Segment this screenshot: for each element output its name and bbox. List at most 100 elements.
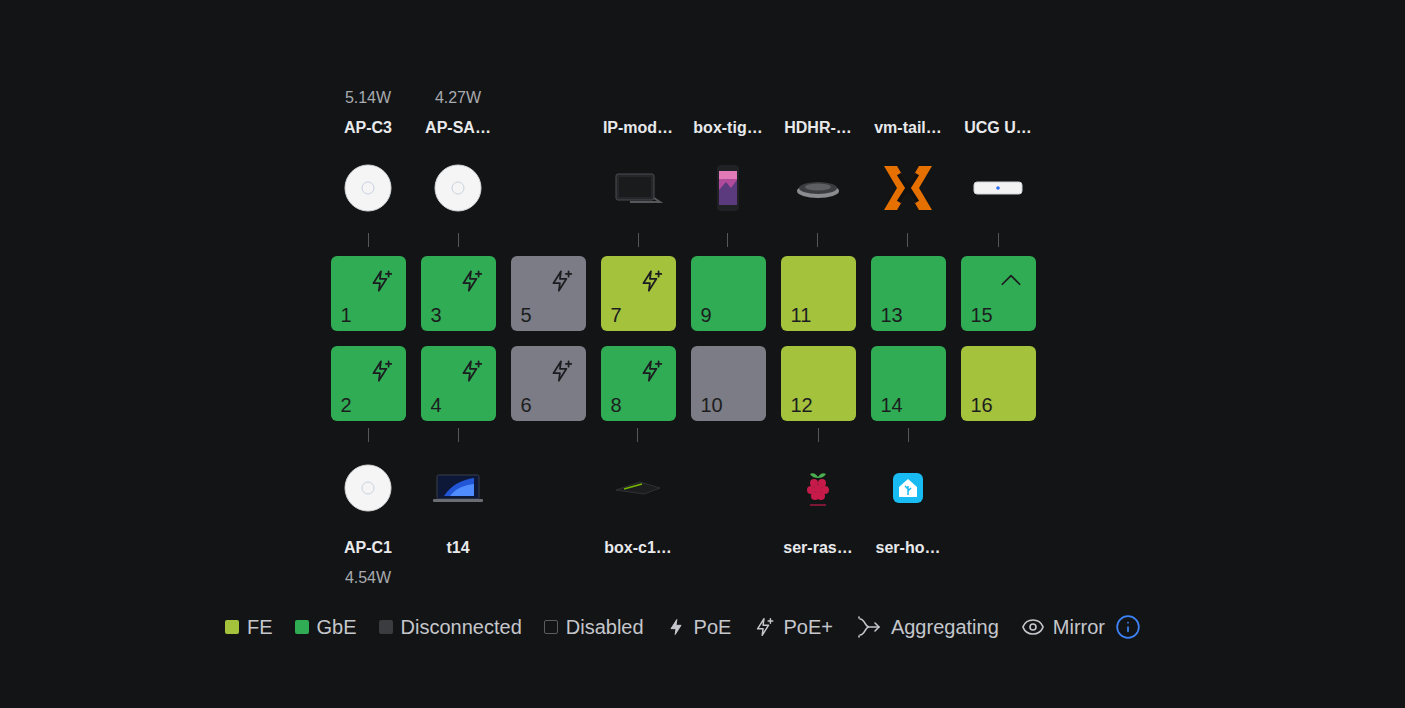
port-badge [548, 358, 574, 384]
media-box-icon [610, 460, 666, 516]
switch-port[interactable]: 8 [601, 346, 676, 421]
legend-item: PoE [666, 615, 732, 639]
switch-port[interactable]: 14 [871, 346, 946, 421]
poe-plus-icon [638, 268, 664, 294]
switch-port[interactable]: 15 [961, 256, 1036, 331]
device-name[interactable]: ser-ho… [876, 537, 941, 559]
device[interactable] [430, 460, 486, 516]
port-number: 2 [341, 393, 406, 417]
switch-port[interactable]: 13 [871, 256, 946, 331]
device-name[interactable]: UCG U… [964, 117, 1032, 139]
bottom-device-slot: box-c1… [604, 421, 672, 589]
connector-line [998, 233, 999, 247]
port-number: 13 [881, 303, 946, 327]
port-pair: 78 [601, 256, 676, 421]
top-device-slot: UCG U… [964, 0, 1032, 256]
port-number: 15 [971, 303, 1036, 327]
port-number: 6 [521, 393, 586, 417]
power-draw: 4.27W [435, 87, 481, 109]
port-pair: 9 10 [691, 256, 766, 421]
device-name[interactable]: vm-tail… [874, 117, 942, 139]
poe-plus-icon [548, 358, 574, 384]
port-columns: 5.14WAP-C312AP-C14.54W4.27WAP-SA…34t1456… [323, 0, 1043, 589]
device[interactable] [610, 160, 666, 216]
legend-swatch [544, 620, 558, 634]
device[interactable] [430, 160, 486, 216]
bottom-device-slot: ser-ras… [783, 421, 852, 589]
port-number: 7 [611, 303, 676, 327]
switch-port[interactable]: 1 [331, 256, 406, 331]
device[interactable] [880, 160, 936, 216]
port-column: vm-tail… 13 14 ser-ho… [863, 0, 953, 589]
bottom-device-slot: t14 [430, 421, 486, 589]
uplink-icon [998, 268, 1024, 294]
switch-port[interactable]: 4 [421, 346, 496, 421]
legend-item: GbE [295, 615, 357, 639]
port-number: 9 [701, 303, 766, 327]
device-name[interactable]: AP-SA… [425, 117, 491, 139]
power-draw: 4.54W [345, 567, 391, 589]
switch-port[interactable]: 7 [601, 256, 676, 331]
port-badge [998, 268, 1024, 294]
proxmox-icon [880, 160, 936, 216]
switch-port[interactable]: 5 [511, 256, 586, 331]
device-name[interactable]: ser-ras… [783, 537, 852, 559]
switch-port[interactable]: 16 [961, 346, 1036, 421]
aggregating-icon [855, 613, 883, 641]
device-name[interactable]: AP-C3 [344, 117, 392, 139]
port-number: 16 [971, 393, 1036, 417]
port-column: HDHR-… 11 12 ser-ras… [773, 0, 863, 589]
device-name[interactable]: box-c1… [604, 537, 672, 559]
legend-swatch [295, 620, 309, 634]
info-icon[interactable] [1115, 614, 1141, 640]
switch-port[interactable]: 3 [421, 256, 496, 331]
connector-line [727, 233, 728, 247]
switch-port[interactable]: 11 [781, 256, 856, 331]
port-badge [458, 358, 484, 384]
legend-item: FE [225, 615, 273, 639]
port-pair: 1516 [961, 256, 1036, 421]
switch-port[interactable]: 2 [331, 346, 406, 421]
switch-port[interactable]: 12 [781, 346, 856, 421]
port-badge [638, 358, 664, 384]
port-badge [368, 268, 394, 294]
top-device-slot: IP-mod… [603, 0, 673, 256]
port-pair: 11 12 [781, 256, 856, 421]
home-assistant-icon [880, 460, 936, 516]
switch-port[interactable]: 9 [691, 256, 766, 331]
port-column: IP-mod…78box-c1… [593, 0, 683, 589]
port-number: 12 [791, 393, 856, 417]
top-device-slot: box-tig… [693, 0, 762, 256]
port-number: 1 [341, 303, 406, 327]
device-name[interactable]: AP-C1 [344, 537, 392, 559]
connector-line [908, 428, 909, 442]
legend-label: Disabled [566, 615, 644, 639]
device[interactable] [790, 460, 846, 516]
device-name[interactable]: t14 [446, 537, 469, 559]
legend-swatch [379, 620, 393, 634]
port-number: 4 [431, 393, 496, 417]
connector-line [638, 233, 639, 247]
device-name[interactable]: IP-mod… [603, 117, 673, 139]
device[interactable] [880, 460, 936, 516]
device-name[interactable]: HDHR-… [784, 117, 852, 139]
device[interactable] [340, 460, 396, 516]
raspberry-pi-icon [790, 460, 846, 516]
device[interactable] [610, 460, 666, 516]
device[interactable] [340, 160, 396, 216]
switch-port[interactable]: 10 [691, 346, 766, 421]
info-button[interactable] [1115, 614, 1141, 640]
switch-ports-page: 5.14WAP-C312AP-C14.54W4.27WAP-SA…34t1456… [0, 0, 1405, 708]
legend-item: Disconnected [379, 615, 522, 639]
port-column: 4.27W AP-SA… 3 4 t14 [413, 0, 503, 589]
switch-port[interactable]: 6 [511, 346, 586, 421]
access-point-icon [340, 460, 396, 516]
bottom-device-slot: AP-C1 4.54W [340, 421, 396, 589]
device[interactable] [700, 160, 756, 216]
poe-icon [666, 617, 686, 637]
device-name[interactable]: box-tig… [693, 117, 762, 139]
legend-swatch [225, 620, 239, 634]
device[interactable] [970, 160, 1026, 216]
gateway-icon [970, 160, 1026, 216]
device[interactable] [790, 160, 846, 216]
